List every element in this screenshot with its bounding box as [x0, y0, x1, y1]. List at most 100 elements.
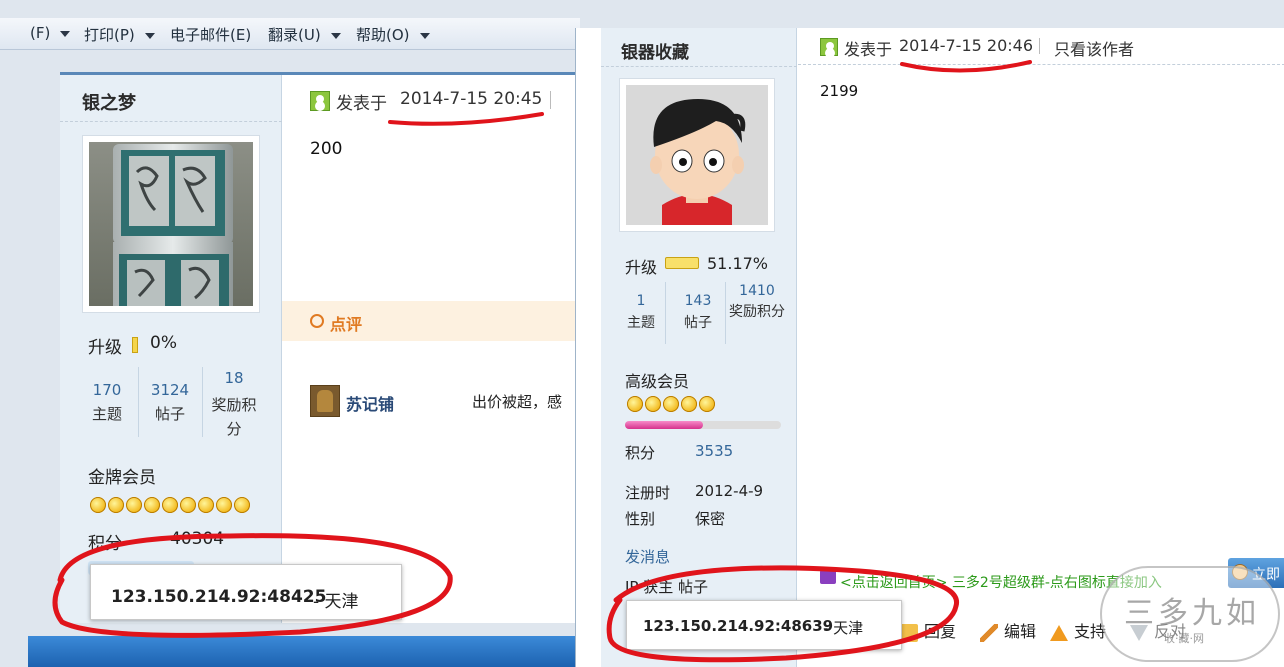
review-bar: 点评: [282, 301, 580, 341]
stat-credits-count[interactable]: 18: [206, 369, 262, 387]
points-value[interactable]: 3535: [695, 442, 733, 460]
divider: [798, 64, 1284, 65]
star-icon: [180, 497, 196, 513]
divider: [665, 282, 666, 344]
browser-menubar: (F) 打印(P) 电子邮件(E) 翻录(U) 帮助(O): [0, 18, 580, 50]
stat-posts-count[interactable]: 3124: [146, 381, 194, 399]
avatar[interactable]: [82, 135, 260, 313]
stat-credits-label[interactable]: 奖励积分: [206, 393, 262, 441]
posted-prefix: 发表于: [844, 40, 893, 59]
right-author-sidebar: 银器收藏 升级 51.17% 1 主题 143 帖子 1410 奖励积分 高级会…: [601, 28, 797, 667]
points-value: 40304: [170, 529, 225, 549]
ip-location: - 天津: [313, 592, 359, 612]
points-label: 积分: [625, 444, 656, 462]
rank-stars: [90, 497, 270, 517]
ip-tooltip: 123.150.214.92:48639 - 天津: [626, 600, 902, 650]
level-bar: [132, 337, 138, 353]
stat-topics-count[interactable]: 1: [621, 293, 661, 309]
ip-address: 123.150.214.92:48425: [111, 587, 327, 607]
level-percent: 0%: [150, 333, 177, 353]
star-icon: [216, 497, 232, 513]
reply-label: 回复: [924, 622, 957, 641]
posted-prefix: 发表于: [336, 94, 387, 114]
left-post-window: 银之梦 升级 0% 170 主题 3124 帖子 18 奖励积分 金牌会员 积分…: [60, 72, 580, 623]
star-icon: [663, 396, 679, 412]
ip-tooltip: 123.150.214.92:48425 - 天津: [90, 564, 402, 620]
star-icon: [90, 497, 106, 513]
menu-item-email[interactable]: 电子邮件(E): [170, 24, 251, 45]
points-label: 积分: [88, 534, 122, 554]
menu-item-help[interactable]: 帮助(O): [356, 24, 430, 45]
review-link[interactable]: 点评: [330, 311, 362, 335]
author-name[interactable]: 银器收藏: [621, 38, 689, 63]
reply-button[interactable]: 回复: [900, 618, 956, 642]
star-icon: [144, 497, 160, 513]
support-button[interactable]: 支持: [1050, 618, 1106, 642]
edit-button[interactable]: 编辑: [980, 618, 1036, 642]
star-icon: [627, 396, 643, 412]
author-name[interactable]: 银之梦: [82, 89, 136, 115]
divider: [1039, 38, 1040, 54]
only-author-link[interactable]: 只看该作者: [1054, 36, 1134, 60]
stat-posts-label[interactable]: 帖子: [146, 403, 194, 425]
chevron-down-icon: [419, 32, 430, 39]
stat-credits-label[interactable]: 奖励积分: [729, 302, 785, 323]
stat-topics-label[interactable]: 主题: [621, 312, 661, 334]
review-circle-icon: [310, 314, 324, 328]
user-post-icon: [310, 91, 330, 111]
silver-ring-photo: [89, 142, 253, 306]
star-icon: [645, 396, 661, 412]
comment-text: 出价被超，感: [472, 393, 563, 411]
stat-topics-count[interactable]: 170: [84, 381, 130, 399]
pencil-icon: [980, 623, 998, 642]
site-watermark: 三多九如 收·藏·网: [1100, 566, 1280, 662]
divider: [601, 66, 797, 67]
commenter-avatar[interactable]: [310, 385, 340, 417]
stat-credits-count[interactable]: 1410: [729, 283, 785, 299]
post-time: 2014-7-15 20:46: [899, 36, 1033, 55]
commenter-name[interactable]: 苏记铺: [346, 391, 394, 415]
watermark-subtext: 收·藏·网: [1164, 632, 1204, 645]
member-rank: 高级会员: [625, 372, 690, 391]
post-content: 200: [310, 139, 343, 159]
reg-value: 2012-4-9: [695, 482, 764, 500]
watermark-text: 三多九如: [1124, 596, 1260, 631]
gender-value: 保密: [695, 510, 726, 528]
divider: [60, 121, 282, 122]
rank-stars: [627, 396, 737, 416]
star-icon: [681, 396, 697, 412]
stat-posts-count[interactable]: 143: [673, 293, 723, 309]
stat-posts-label[interactable]: 帖子: [673, 312, 723, 334]
rank-progress-fill: [625, 421, 703, 429]
menu-item-print[interactable]: 打印(P): [84, 24, 155, 45]
edit-label: 编辑: [1004, 622, 1037, 641]
level-label: 升级: [88, 338, 122, 358]
ip-location: - 天津: [823, 619, 864, 637]
gender-label: 性别: [625, 510, 656, 528]
star-icon: [126, 497, 142, 513]
chevron-down-icon: [330, 32, 341, 39]
screenshot-stage: { "menubar": { "items": ["(F)", "打印(P)",…: [0, 0, 1284, 667]
ip-address: 123.150.214.92:48639: [643, 617, 834, 635]
post-time: 2014-7-15 20:45: [400, 89, 543, 109]
level-bar: [665, 257, 699, 269]
divider: [725, 282, 726, 344]
cartoon-boy-avatar: [626, 85, 768, 225]
divider: [202, 367, 203, 437]
chevron-down-icon: [60, 30, 71, 37]
avatar-figure: [317, 390, 333, 412]
avatar[interactable]: [619, 78, 775, 232]
menu-item-file[interactable]: (F): [30, 24, 71, 42]
post-content: 2199: [820, 82, 859, 100]
member-rank: 金牌会员: [88, 468, 156, 488]
chevron-down-icon: [144, 32, 155, 39]
rank-progress-track: [625, 421, 781, 429]
star-icon: [162, 497, 178, 513]
star-icon: [198, 497, 214, 513]
send-message-link[interactable]: 发消息: [625, 546, 670, 567]
menu-item-rip[interactable]: 翻录(U): [268, 24, 341, 45]
left-author-sidebar: 银之梦 升级 0% 170 主题 3124 帖子 18 奖励积分 金牌会员 积分…: [60, 75, 282, 623]
user-post-icon: [820, 38, 838, 56]
reg-label: 注册时: [625, 484, 671, 502]
stat-topics-label[interactable]: 主题: [84, 403, 130, 425]
